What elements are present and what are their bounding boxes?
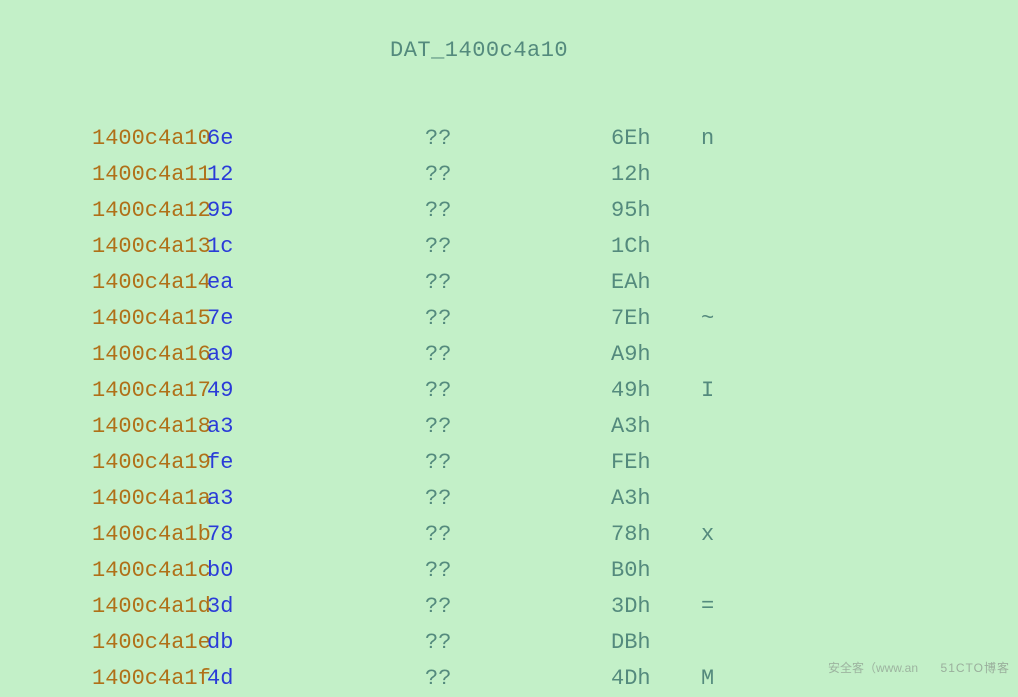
data-row: 1400c4a1aa3??A3h [0,481,1018,517]
address: 1400c4a14 [92,265,207,301]
byte-value: 12 [207,157,425,193]
ascii-char: I [701,373,714,409]
mnemonic: ?? [425,445,611,481]
address: 1400c4a18 [92,409,207,445]
byte-value: 95 [207,193,425,229]
byte-value: a3 [207,481,425,517]
hex-value: 95h [611,193,701,229]
byte-value: a3 [207,409,425,445]
data-row: 1400c4a1b78??78hx [0,517,1018,553]
byte-value: fe [207,445,425,481]
data-row: 1400c4a1112??12h [0,157,1018,193]
address: 1400c4a1b [92,517,207,553]
hex-value: 78h [611,517,701,553]
hex-value: 7Eh [611,301,701,337]
byte-value: 7e [207,301,425,337]
data-row: 1400c4a19fe??FEh [0,445,1018,481]
data-row: 1400c4a1295??95h [0,193,1018,229]
hex-value: A3h [611,481,701,517]
address: 1400c4a19 [92,445,207,481]
mnemonic: ?? [425,481,611,517]
byte-value: 3d [207,589,425,625]
disassembly-view: DAT_1400c4a10 1400c4a106e??6Ehn1400c4a11… [0,0,1018,697]
byte-value: b0 [207,553,425,589]
hex-value: 6Eh [611,121,701,157]
byte-value: ea [207,265,425,301]
mnemonic: ?? [425,373,611,409]
address: 1400c4a11 [92,157,207,193]
mnemonic: ?? [425,229,611,265]
byte-value: 78 [207,517,425,553]
byte-value: 6e [207,121,425,157]
mnemonic: ?? [425,553,611,589]
mnemonic: ?? [425,337,611,373]
hex-value: A9h [611,337,701,373]
mnemonic: ?? [425,625,611,661]
mnemonic: ?? [425,661,611,697]
data-row: 1400c4a1d3d??3Dh= [0,589,1018,625]
address: 1400c4a12 [92,193,207,229]
watermark-right: 51CTO博客 [941,659,1010,676]
mnemonic: ?? [425,301,611,337]
ascii-char: = [701,589,714,625]
address: 1400c4a1e [92,625,207,661]
ascii-char: M [701,661,714,697]
data-label-title: DAT_1400c4a10 [0,38,1018,63]
byte-value: 1c [207,229,425,265]
mnemonic: ?? [425,157,611,193]
hex-value: A3h [611,409,701,445]
hex-value: B0h [611,553,701,589]
address: 1400c4a1c [92,553,207,589]
address: 1400c4a13 [92,229,207,265]
mnemonic: ?? [425,193,611,229]
data-row: 1400c4a1edb??DBh [0,625,1018,661]
hex-value: EAh [611,265,701,301]
mnemonic: ?? [425,517,611,553]
data-row: 1400c4a106e??6Ehn [0,121,1018,157]
address: 1400c4a16 [92,337,207,373]
hex-value: 12h [611,157,701,193]
watermark-left: 安全客（www.an [828,659,918,676]
address: 1400c4a1f [92,661,207,697]
byte-value: 4d [207,661,425,697]
byte-value: 49 [207,373,425,409]
address: 1400c4a1d [92,589,207,625]
ascii-char: x [701,517,714,553]
hex-value: FEh [611,445,701,481]
hex-value: DBh [611,625,701,661]
data-row: 1400c4a18a3??A3h [0,409,1018,445]
address: 1400c4a15 [92,301,207,337]
hex-value: 1Ch [611,229,701,265]
ascii-char: n [701,121,714,157]
ascii-char: ~ [701,301,714,337]
data-row: 1400c4a157e??7Eh~ [0,301,1018,337]
mnemonic: ?? [425,589,611,625]
hex-value: 49h [611,373,701,409]
hex-value: 3Dh [611,589,701,625]
data-row: 1400c4a1749??49hI [0,373,1018,409]
mnemonic: ?? [425,409,611,445]
mnemonic: ?? [425,265,611,301]
data-row: 1400c4a131c??1Ch [0,229,1018,265]
data-row: 1400c4a14ea??EAh [0,265,1018,301]
byte-value: a9 [207,337,425,373]
mnemonic: ?? [425,121,611,157]
hex-value: 4Dh [611,661,701,697]
address: 1400c4a1a [92,481,207,517]
address: 1400c4a10 [92,121,207,157]
address: 1400c4a17 [92,373,207,409]
data-row: 1400c4a1cb0??B0h [0,553,1018,589]
byte-value: db [207,625,425,661]
data-row: 1400c4a16a9??A9h [0,337,1018,373]
